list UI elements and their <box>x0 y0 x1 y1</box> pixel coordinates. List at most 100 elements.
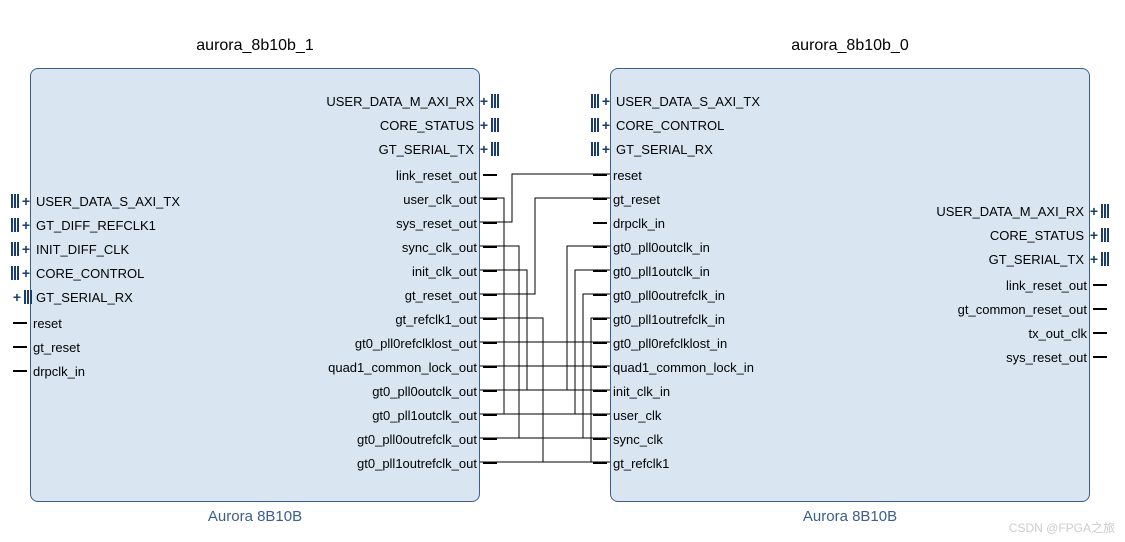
expand-plus-icon[interactable]: + <box>478 141 490 157</box>
port-gt-reset[interactable]: gt_reset <box>591 189 664 209</box>
port-label: GT_DIFF_REFCLK1 <box>36 218 156 233</box>
port-link-reset-out[interactable]: link_reset_out <box>392 165 499 185</box>
port-core-control[interactable]: +CORE_CONTROL <box>591 115 728 135</box>
bus-icon: + <box>478 141 499 157</box>
port-drpclk-in[interactable]: drpclk_in <box>11 361 89 381</box>
expand-plus-icon[interactable]: + <box>478 93 490 109</box>
port-gt0-pll0outrefclk-out[interactable]: gt0_pll0outrefclk_out <box>353 429 499 449</box>
port-label: quad1_common_lock_in <box>613 360 754 375</box>
port-user-data-s-axi-tx[interactable]: +USER_DATA_S_AXI_TX <box>591 91 764 111</box>
port-label: GT_SERIAL_RX <box>616 142 713 157</box>
port-gt0-pll1outrefclk-in[interactable]: gt0_pll1outrefclk_in <box>591 309 729 329</box>
port-label: GT_SERIAL_RX <box>36 290 133 305</box>
port-user-clk[interactable]: user_clk <box>591 405 665 425</box>
expand-plus-icon[interactable]: + <box>1088 227 1100 243</box>
port-gt-serial-tx[interactable]: + GT_SERIAL_TX <box>985 249 1109 269</box>
expand-plus-icon[interactable]: + <box>1088 251 1100 267</box>
expand-plus-icon[interactable]: + <box>11 289 23 305</box>
expand-plus-icon[interactable]: + <box>1088 203 1100 219</box>
port-label: init_clk_out <box>412 264 477 279</box>
expand-plus-icon[interactable]: + <box>478 117 490 133</box>
port-quad1-common-lock-out[interactable]: quad1_common_lock_out <box>324 357 499 377</box>
port-link-reset-out[interactable]: link_reset_out <box>1002 275 1109 295</box>
port-sync-clk[interactable]: sync_clk <box>591 429 667 449</box>
wire-stub-icon <box>593 222 607 224</box>
expand-plus-icon[interactable]: + <box>20 265 32 281</box>
port-user-data-m-axi-rx[interactable]: + USER_DATA_M_AXI_RX <box>932 201 1109 221</box>
bus-icon: + <box>591 117 612 133</box>
ip-block-b1[interactable]: aurora_8b10b_1Aurora 8B10B+USER_DATA_S_A… <box>30 68 480 502</box>
bus-icon: + <box>11 289 32 305</box>
port-label: drpclk_in <box>33 364 85 379</box>
port-drpclk-in[interactable]: drpclk_in <box>591 213 669 233</box>
wire-stub-icon <box>483 318 497 320</box>
bus-icon: + <box>11 241 32 257</box>
port-gt0-pll0refclklost-out[interactable]: gt0_pll0refclklost_out <box>351 333 499 353</box>
expand-plus-icon[interactable]: + <box>20 217 32 233</box>
port-label: USER_DATA_M_AXI_RX <box>936 204 1084 219</box>
port-label: quad1_common_lock_out <box>328 360 477 375</box>
port-label: gt_refclk1 <box>613 456 669 471</box>
port-label: gt0_pll0outclk_out <box>372 384 477 399</box>
port-core-control[interactable]: +CORE_CONTROL <box>11 263 148 283</box>
wire-stub-icon <box>13 346 27 348</box>
port-gt-serial-rx[interactable]: + GT_SERIAL_RX <box>591 139 717 159</box>
wire-stub-icon <box>1093 308 1107 310</box>
wire-stub-icon <box>483 438 497 440</box>
port-user-data-s-axi-tx[interactable]: +USER_DATA_S_AXI_TX <box>11 191 184 211</box>
expand-plus-icon[interactable]: + <box>20 193 32 209</box>
port-user-data-m-axi-rx[interactable]: + USER_DATA_M_AXI_RX <box>322 91 499 111</box>
port-label: gt_reset <box>613 192 660 207</box>
port-gt0-pll0outclk-in[interactable]: gt0_pll0outclk_in <box>591 237 714 257</box>
bus-icon: + <box>591 93 612 109</box>
port-gt0-pll1outrefclk-out[interactable]: gt0_pll1outrefclk_out <box>353 453 499 473</box>
port-core-status[interactable]: + CORE_STATUS <box>376 115 499 135</box>
port-gt-refclk1-out[interactable]: gt_refclk1_out <box>391 309 499 329</box>
port-label: USER_DATA_M_AXI_RX <box>326 94 474 109</box>
port-gt0-pll1outclk-out[interactable]: gt0_pll1outclk_out <box>368 405 499 425</box>
port-sys-reset-out[interactable]: sys_reset_out <box>392 213 499 233</box>
port-quad1-common-lock-in[interactable]: quad1_common_lock_in <box>591 357 758 377</box>
port-reset[interactable]: reset <box>591 165 646 185</box>
port-gt-refclk1[interactable]: gt_refclk1 <box>591 453 673 473</box>
port-core-status[interactable]: +CORE_STATUS <box>986 225 1109 245</box>
bus-icon: + <box>11 217 32 233</box>
port-reset[interactable]: reset <box>11 313 66 333</box>
port-init-clk-in[interactable]: init_clk_in <box>591 381 674 401</box>
port-label: GT_SERIAL_TX <box>989 252 1084 267</box>
port-gt0-pll0refclklost-in[interactable]: gt0_pll0refclklost_in <box>591 333 731 353</box>
ip-block-b0[interactable]: aurora_8b10b_0Aurora 8B10B+USER_DATA_S_A… <box>610 68 1090 502</box>
port-tx-out-clk[interactable]: tx_out_clk <box>1024 323 1109 343</box>
port-gt-reset[interactable]: gt_reset <box>11 337 84 357</box>
expand-plus-icon[interactable]: + <box>20 241 32 257</box>
port-label: reset <box>613 168 642 183</box>
port-gt-serial-rx[interactable]: + GT_SERIAL_RX <box>11 287 137 307</box>
port-label: user_clk <box>613 408 661 423</box>
expand-plus-icon[interactable]: + <box>600 141 612 157</box>
port-gt-diff-refclk1[interactable]: + GT_DIFF_REFCLK1 <box>11 215 160 235</box>
port-gt-common-reset-out[interactable]: gt_common_reset_out <box>954 299 1109 319</box>
port-gt-reset-out[interactable]: gt_reset_out <box>401 285 499 305</box>
port-gt0-pll1outclk-in[interactable]: gt0_pll1outclk_in <box>591 261 714 281</box>
port-init-clk-out[interactable]: init_clk_out <box>408 261 499 281</box>
expand-plus-icon[interactable]: + <box>600 117 612 133</box>
port-sys-reset-out[interactable]: sys_reset_out <box>1002 347 1109 367</box>
bus-icon: + <box>11 193 32 209</box>
port-init-diff-clk[interactable]: +INIT_DIFF_CLK <box>11 239 133 259</box>
port-label: gt0_pll0refclklost_in <box>613 336 727 351</box>
port-label: gt0_pll0outrefclk_in <box>613 288 725 303</box>
port-gt0-pll0outrefclk-in[interactable]: gt0_pll0outrefclk_in <box>591 285 729 305</box>
bus-icon: + <box>1088 227 1109 243</box>
wire-stub-icon <box>593 366 607 368</box>
port-label: GT_SERIAL_TX <box>379 142 474 157</box>
wire-stub-icon <box>593 198 607 200</box>
expand-plus-icon[interactable]: + <box>600 93 612 109</box>
port-gt0-pll0outclk-out[interactable]: gt0_pll0outclk_out <box>368 381 499 401</box>
wire-stub-icon <box>483 342 497 344</box>
wire-stub-icon <box>593 390 607 392</box>
port-gt-serial-tx[interactable]: + GT_SERIAL_TX <box>375 139 499 159</box>
port-sync-clk-out[interactable]: sync_clk_out <box>398 237 499 257</box>
port-user-clk-out[interactable]: user_clk_out <box>399 189 499 209</box>
port-label: CORE_STATUS <box>380 118 474 133</box>
wire-stub-icon <box>483 222 497 224</box>
